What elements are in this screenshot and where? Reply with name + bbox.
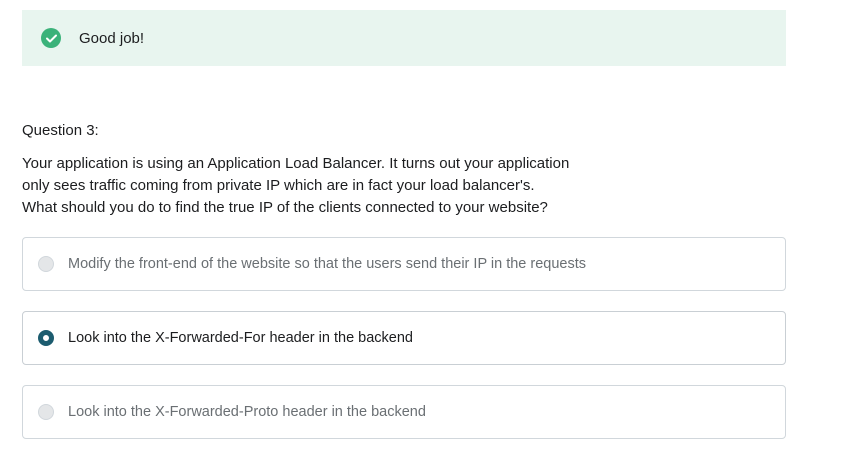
radio-button-selected[interactable] — [38, 330, 54, 346]
question-text: Your application is using an Application… — [22, 153, 662, 219]
answer-label: Look into the X-Forwarded-Proto header i… — [68, 404, 426, 420]
answer-label: Look into the X-Forwarded-For header in … — [68, 330, 413, 346]
answer-option-1[interactable]: Modify the front-end of the website so t… — [22, 237, 786, 291]
answer-label: Modify the front-end of the website so t… — [68, 256, 586, 272]
answer-option-2[interactable]: Look into the X-Forwarded-For header in … — [22, 311, 786, 365]
question-line: Your application is using an Application… — [22, 155, 570, 172]
feedback-banner: Good job! — [22, 10, 786, 66]
answer-option-3[interactable]: Look into the X-Forwarded-Proto header i… — [22, 385, 786, 439]
radio-button[interactable] — [38, 256, 54, 272]
radio-button[interactable] — [38, 404, 54, 420]
question-line: What should you do to find the true IP o… — [22, 199, 548, 216]
check-circle-icon — [41, 28, 61, 48]
feedback-message: Good job! — [79, 29, 145, 47]
question-line: only sees traffic coming from private IP… — [22, 177, 535, 194]
question-number: Question 3: — [22, 122, 99, 139]
